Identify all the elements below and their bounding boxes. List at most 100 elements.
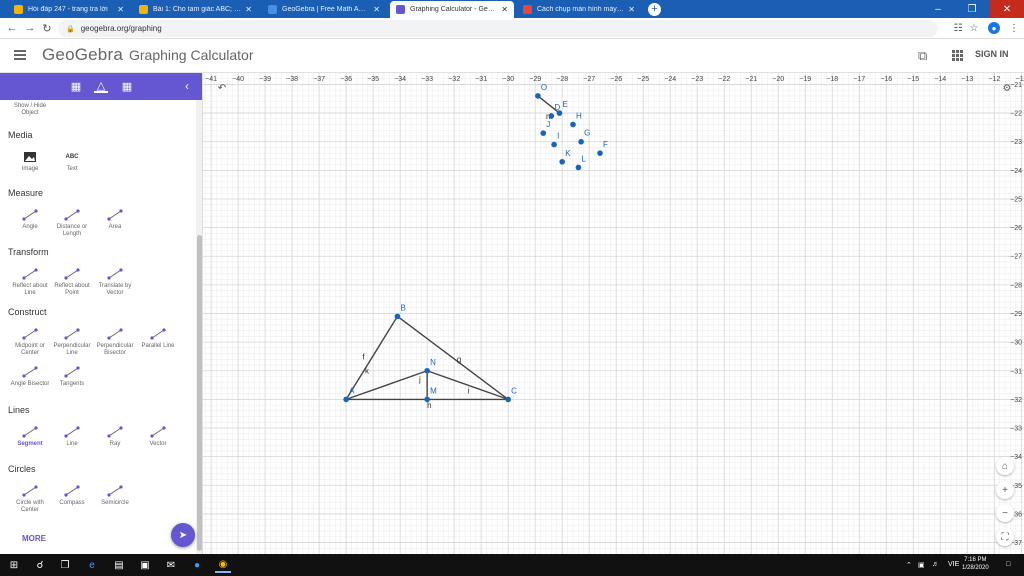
point-B	[394, 313, 401, 320]
table-tab-icon[interactable]: ▦	[120, 79, 134, 93]
tab-close-icon[interactable]: ✕	[117, 5, 124, 14]
new-tab-button[interactable]: +	[648, 3, 661, 16]
store-icon[interactable]: ▣	[137, 557, 153, 573]
network-icon[interactable]: ▣	[918, 561, 925, 569]
tab-close-icon[interactable]: ✕	[245, 5, 252, 14]
fullscreen-icon[interactable]: ⛶	[996, 528, 1014, 546]
browser-menu-icon[interactable]: ⋮	[1006, 20, 1022, 36]
search-icon[interactable]: ☌	[32, 557, 48, 573]
url-bar[interactable]: 🔒 geogebra.org/graphing	[58, 20, 938, 37]
minimize-window-button[interactable]: –	[921, 0, 955, 18]
tool-perpendicular-line[interactable]: Perpendicular Line	[50, 327, 94, 357]
profile-avatar[interactable]: ●	[988, 22, 1000, 34]
tool-reflect-point[interactable]: Reflect about Point	[50, 267, 94, 297]
forward-button[interactable]: →	[22, 20, 38, 36]
move-tool-fab-icon[interactable]: ➤	[171, 523, 195, 547]
browser-tab-5[interactable]: Cách chụp màn hình máy tính nh ✕	[517, 1, 641, 18]
graph-canvas[interactable]: −41 −40 −39 −38 −37 −36 −35 −34 −33 −32 −31 −30 −29−…	[203, 73, 1024, 554]
tool-compass[interactable]: Compass	[50, 484, 94, 507]
close-window-button[interactable]: ✕	[990, 0, 1024, 18]
back-button[interactable]: ←	[4, 20, 20, 36]
language-indicator[interactable]: VIE	[948, 561, 959, 568]
tab-close-icon[interactable]: ✕	[501, 5, 508, 14]
tool-distance[interactable]: Distance or Length	[50, 208, 94, 238]
reload-button[interactable]: ↻	[39, 20, 55, 36]
point-H	[570, 121, 576, 128]
tool-perpendicular-bisector[interactable]: Perpendicular Bisector	[93, 327, 137, 357]
tab-favicon-icon	[14, 5, 23, 14]
volume-icon[interactable]: ♬	[932, 561, 939, 568]
more-tools-button[interactable]: MORE	[22, 534, 46, 543]
clock-date: 1/28/2020	[962, 565, 989, 571]
tool-semicircle[interactable]: Semicircle	[93, 484, 137, 507]
x-tick-label: −28	[556, 76, 568, 83]
mail-icon[interactable]: ✉	[163, 557, 179, 573]
sign-in-button[interactable]: SIGN IN	[975, 49, 1009, 59]
x-tick-label: −38	[286, 76, 298, 83]
browser-tab-4[interactable]: Graphing Calculator - GeoGebra✕	[390, 1, 514, 18]
tool-tangents[interactable]: Tangents	[50, 365, 94, 388]
tool-vector[interactable]: Vector	[136, 425, 180, 448]
task-view-icon[interactable]: ❐	[57, 557, 73, 573]
tool-ray[interactable]: Ray	[93, 425, 137, 448]
tool-midpoint[interactable]: Midpoint or Center	[8, 327, 52, 357]
collapse-panel-chevron-icon[interactable]: ‹	[185, 79, 189, 93]
y-tick-label: −24	[1010, 168, 1022, 175]
graphics-settings-gear-icon[interactable]: ⚙	[998, 79, 1016, 97]
home-view-icon[interactable]: ⌂	[996, 457, 1014, 475]
tool-line[interactable]: Line	[50, 425, 94, 448]
undo-icon[interactable]: ↶	[213, 79, 231, 97]
tray-chevron-icon[interactable]: ⌃	[906, 561, 912, 569]
bookmark-star-icon[interactable]: ☆	[966, 20, 982, 36]
algebra-tab-calculator-icon[interactable]: ▦	[69, 79, 83, 93]
perpendicular-line-icon	[63, 327, 81, 341]
parallel-line-icon	[149, 327, 167, 341]
translate-icon[interactable]: ☷	[950, 20, 966, 36]
tangents-icon	[63, 365, 81, 379]
tools-tab-icon[interactable]: △	[94, 79, 108, 93]
hamburger-menu-icon[interactable]	[14, 50, 26, 60]
x-tick-label: −36	[340, 76, 352, 83]
tool-angle-bisector[interactable]: Angle Bisector	[8, 365, 52, 388]
browser-tab-2[interactable]: Bài 1: Cho tam giác ABC; M là tru ✕	[133, 1, 258, 18]
notifications-icon[interactable]: □	[1006, 561, 1010, 568]
chrome-icon[interactable]: ◉	[215, 557, 231, 573]
point-label-F: F	[603, 140, 608, 149]
tab-close-icon[interactable]: ✕	[373, 5, 380, 14]
tool-circle-center[interactable]: Circle with Center	[8, 484, 52, 514]
tool-area[interactable]: Area	[93, 208, 137, 231]
zalo-icon[interactable]: ●	[189, 557, 205, 573]
tool-angle[interactable]: Angle	[8, 208, 52, 231]
segment-label-h: h	[427, 401, 431, 410]
tool-segment[interactable]: Segment	[8, 425, 52, 448]
x-tick-label: −13	[961, 76, 973, 83]
point-label-K: K	[565, 149, 571, 158]
browser-tab-1[interactable]: Hỏi đáp 247 - trang tra lời ✕	[8, 1, 130, 18]
show-hide-tool[interactable]: Show / Hide Object	[8, 103, 52, 117]
tool-translate[interactable]: Translate by Vector	[93, 267, 137, 297]
system-clock[interactable]: 7:16 PM 1/28/2020	[962, 556, 989, 572]
zoom-in-icon[interactable]: +	[996, 481, 1014, 499]
edge-browser-icon[interactable]: e	[84, 557, 100, 573]
tool-label: Tangents	[59, 381, 85, 387]
share-icon[interactable]: ⧉	[918, 48, 927, 64]
y-tick-label: −27	[1010, 254, 1022, 261]
tool-parallel-line[interactable]: Parallel Line	[136, 327, 180, 350]
zoom-out-icon[interactable]: −	[996, 504, 1014, 522]
graphics-view[interactable]: −41 −40 −39 −38 −37 −36 −35 −34 −33 −32 −31 −30 −29−…	[203, 73, 1024, 554]
tool-text[interactable]: ABC Text	[50, 150, 94, 173]
point-I	[551, 141, 557, 148]
restore-window-button[interactable]: ❐	[955, 0, 989, 18]
apps-grid-icon[interactable]	[952, 50, 963, 61]
x-tick-label: −40	[232, 76, 244, 83]
browser-tab-3[interactable]: GeoGebra | Free Math Apps - us✕	[262, 1, 386, 18]
windows-start-icon[interactable]: ⊞	[6, 557, 22, 573]
geogebra-logo[interactable]: GeoGebra	[42, 45, 123, 65]
tab-close-icon[interactable]: ✕	[628, 5, 635, 14]
lock-icon: 🔒	[66, 25, 75, 33]
scrollbar-thumb[interactable]	[197, 235, 202, 551]
file-explorer-icon[interactable]: ▤	[111, 557, 127, 573]
tools-scrollbar[interactable]	[196, 100, 202, 554]
tool-reflect-line[interactable]: Reflect about Line	[8, 267, 52, 297]
tool-image[interactable]: Image	[8, 150, 52, 173]
